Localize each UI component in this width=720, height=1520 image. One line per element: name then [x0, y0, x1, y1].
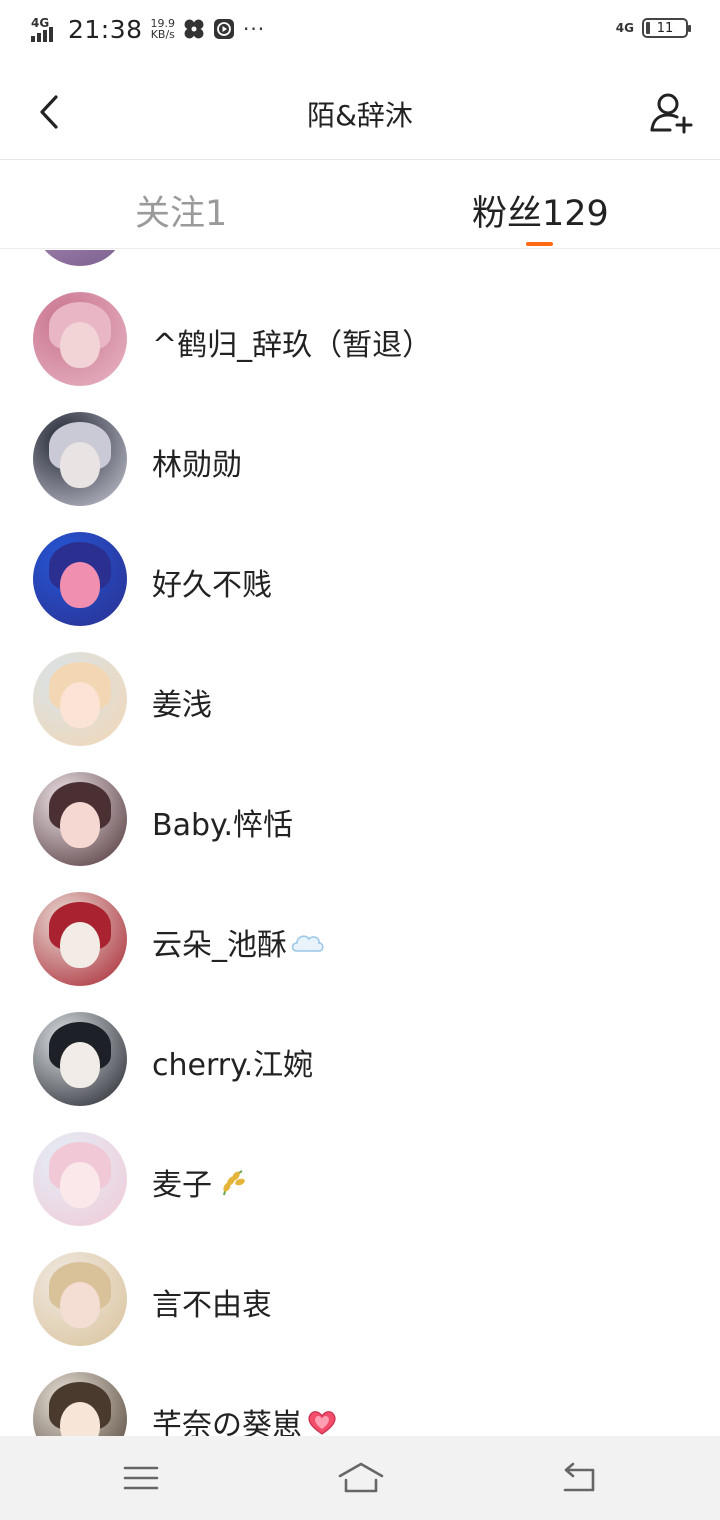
list-item[interactable]: 好久不贱 — [0, 532, 720, 652]
avatar-face — [60, 802, 100, 848]
list-item[interactable]: ^鹤归_辞玖（暂退） — [0, 292, 720, 412]
status-bar: 4G 21:38 19.9 KB/s ··· 4G 11 — [0, 0, 720, 68]
list-item[interactable]: 姜浅 — [0, 652, 720, 772]
tab-fans[interactable]: 粉丝129 — [472, 185, 609, 236]
follower-name: 言不由衷 — [152, 1280, 272, 1324]
fan-app-icon — [184, 19, 204, 39]
return-icon[interactable] — [557, 1458, 601, 1498]
follower-name-text: ^鹤归_辞玖（暂退） — [152, 328, 433, 363]
follower-name-text: 好久不贱 — [152, 568, 272, 603]
clock: 21:38 — [68, 14, 143, 44]
add-user-icon[interactable] — [648, 90, 694, 136]
follower-name-text: 麦子 — [152, 1168, 212, 1203]
follower-list[interactable]: ^鹤归_辞玖（暂退） 林勋勋好久不贱姜浅 Baby.悴恬 云朵_池酥 cherry.江婉… — [0, 250, 720, 1436]
avatar-face — [60, 1162, 100, 1208]
list-item[interactable]: 芊奈の葵崽 — [0, 1372, 720, 1436]
follower-name-text: 姜浅 — [152, 688, 212, 723]
menu-icon[interactable] — [119, 1458, 163, 1498]
network-type-label-right: 4G — [615, 21, 634, 35]
follower-name-text: Baby.悴恬 — [152, 808, 294, 843]
avatar[interactable] — [33, 1252, 127, 1346]
avatar[interactable] — [33, 1132, 127, 1226]
follower-name: cherry.江婉 — [152, 1040, 313, 1084]
video-app-icon — [214, 19, 235, 39]
follower-name-text: 林勋勋 — [152, 448, 242, 483]
follower-name-text: 芊奈の葵崽 — [152, 1408, 302, 1436]
follower-name: 姜浅 — [152, 680, 212, 724]
rice-emoji-icon — [223, 1170, 245, 1196]
avatar[interactable] — [33, 532, 127, 626]
follower-name: 芊奈の葵崽 — [152, 1400, 340, 1436]
list-item[interactable]: 麦子 — [0, 1132, 720, 1252]
signal-icon: 4G — [30, 14, 60, 44]
avatar-face — [60, 682, 100, 728]
avatar[interactable] — [33, 1372, 127, 1436]
avatar-face — [60, 1282, 100, 1328]
list-item[interactable]: 云朵_池酥 — [0, 892, 720, 1012]
follower-name: Baby.悴恬 — [152, 800, 293, 844]
avatar-face — [60, 1042, 100, 1088]
list-item[interactable]: 言不由衷 — [0, 1252, 720, 1372]
follower-name: ^鹤归_辞玖（暂退） — [152, 320, 432, 364]
follower-name-text: 言不由衷 — [152, 1288, 272, 1323]
list-item[interactable]: cherry.江婉 — [0, 1012, 720, 1132]
follower-name: 麦子 — [152, 1160, 250, 1204]
follower-name: 林勋勋 — [152, 440, 242, 484]
follower-name: 好久不贱 — [152, 560, 272, 604]
header-bar: 陌&辞沐 — [0, 68, 720, 160]
more-notifications-icon: ··· — [243, 17, 266, 41]
tab-active-indicator — [526, 242, 553, 246]
battery-level: 11 — [656, 20, 674, 36]
tab-following[interactable]: 关注1 — [135, 185, 227, 236]
system-nav-bar — [0, 1436, 720, 1520]
avatar[interactable] — [33, 892, 127, 986]
avatar[interactable] — [33, 250, 127, 266]
avatar[interactable] — [33, 412, 127, 506]
follower-name: 云朵_池酥 — [152, 920, 325, 964]
avatar[interactable] — [33, 292, 127, 386]
avatar[interactable] — [33, 772, 127, 866]
avatar[interactable] — [33, 1012, 127, 1106]
list-item[interactable]: Baby.悴恬 — [0, 772, 720, 892]
heart-emoji-icon — [308, 1411, 336, 1435]
speed-unit: KB/s — [150, 28, 175, 41]
tab-bar: 关注1 粉丝129 — [0, 161, 720, 249]
avatar[interactable] — [33, 652, 127, 746]
battery-icon: 11 — [642, 18, 691, 38]
network-speed: 19.9 KB/s — [151, 18, 176, 40]
avatar-face — [60, 442, 100, 488]
avatar-face — [60, 922, 100, 968]
cloud-emoji-icon — [291, 935, 324, 952]
follower-name-text: cherry.江婉 — [152, 1048, 314, 1083]
page-title: 陌&辞沐 — [307, 99, 413, 132]
home-icon[interactable] — [337, 1458, 385, 1498]
list-item[interactable]: 林勋勋 — [0, 412, 720, 532]
avatar-face — [60, 322, 100, 368]
follower-name-text: 云朵_池酥 — [152, 928, 287, 963]
avatar-face — [60, 562, 100, 608]
